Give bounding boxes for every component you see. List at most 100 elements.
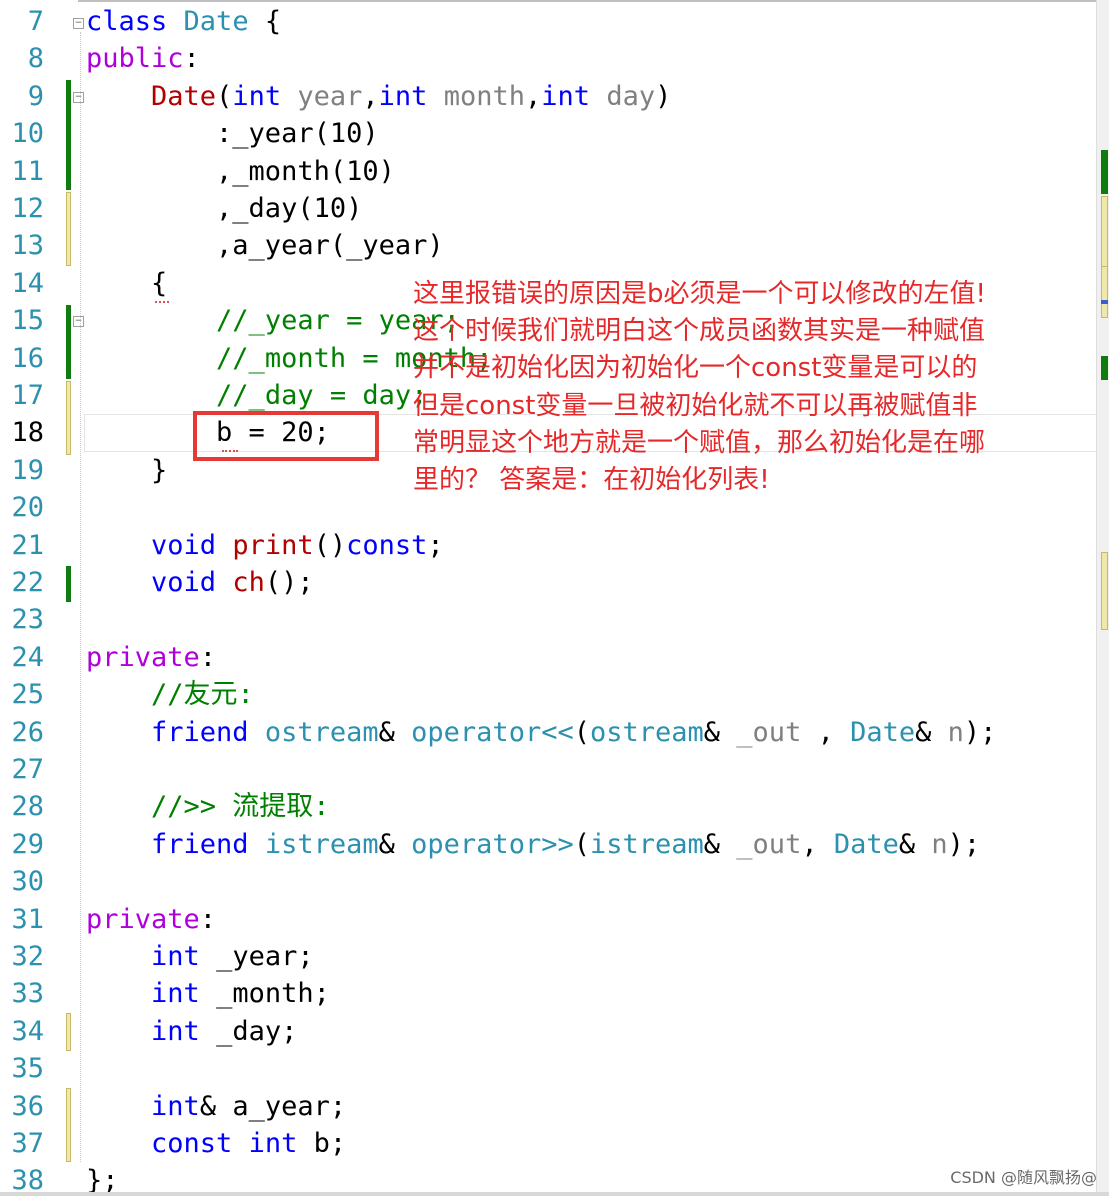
code-line[interactable]: //友元: [86, 676, 254, 713]
fold-toggle-icon[interactable]: − [73, 316, 84, 327]
code-token: //>> 流提取: [151, 791, 330, 823]
code-line[interactable]: int _month; [86, 975, 330, 1012]
code-token: ; [427, 529, 444, 561]
fold-toggle-icon[interactable]: − [73, 92, 84, 103]
line-number: 31 [11, 903, 44, 935]
code-area[interactable]: class Date {public: Date(int year,int mo… [86, 0, 1095, 1196]
code-line[interactable]: void print()const; [86, 527, 444, 564]
code-token: const [151, 1128, 233, 1159]
code-token: : [199, 903, 217, 935]
code-token: int [248, 1128, 298, 1159]
code-token: ,_month(10) [86, 155, 395, 187]
code-line[interactable]: ,a_year(_year) [86, 227, 444, 264]
code-line[interactable]: Date(int year,int month,int day) [86, 78, 671, 115]
code-line[interactable]: int& a_year; [86, 1088, 346, 1125]
code-token: friend [151, 828, 249, 860]
code-token: _year; [199, 941, 314, 972]
error-explanation-annotation: 这里报错误的原因是b必须是一个可以修改的左值! 这个时候我们就明白这个成员函数其… [413, 276, 1053, 499]
editor-bottom-bar [0, 1192, 1109, 1196]
code-token: void [151, 567, 217, 598]
code-line[interactable]: } [86, 452, 167, 489]
code-token: private [86, 641, 200, 673]
line-number: 32 [11, 941, 44, 972]
code-token: ); [947, 828, 981, 860]
code-token: { [248, 6, 282, 37]
code-token: _month; [199, 978, 330, 1010]
code-token: & [703, 828, 737, 860]
line-number: 37 [11, 1128, 44, 1159]
error-highlight-box [193, 411, 379, 461]
code-token: Date [151, 80, 217, 112]
code-token: int [378, 80, 428, 112]
code-token: _out [736, 828, 802, 860]
scrollbar-change-mark [1101, 150, 1108, 194]
code-editor[interactable]: 7 8 9 10 11 12 13 14 15 16 17 18 19 20 21 22 23 24 25 26 27 2… [0, 0, 1109, 1196]
code-token: month [443, 80, 525, 112]
code-token: _out [736, 716, 802, 748]
line-number: 28 [11, 791, 44, 823]
code-line[interactable]: const int b; [86, 1125, 346, 1162]
line-number: 30 [11, 866, 44, 898]
line-number: 12 [11, 193, 44, 224]
line-number: 10 [11, 118, 44, 150]
code-token: print [232, 529, 314, 561]
change-marker [66, 566, 71, 602]
vertical-scrollbar[interactable] [1096, 0, 1109, 1196]
code-token: class [86, 6, 168, 37]
code-token: //友元: [151, 679, 254, 711]
line-number: 36 [11, 1090, 44, 1122]
code-token: { [86, 267, 168, 299]
code-line[interactable]: private: [86, 901, 216, 938]
code-line[interactable]: int _year; [86, 938, 314, 975]
annotation-line: 常明显这个地方就是一个赋值，那么初始化是在哪 [413, 427, 986, 458]
code-line[interactable]: :_year(10) [86, 115, 379, 152]
code-token: & [703, 716, 737, 748]
code-line[interactable]: int _day; [86, 1013, 297, 1050]
code-token: _day; [199, 1015, 298, 1047]
code-token: , [362, 80, 379, 112]
code-line[interactable]: friend ostream& operator<<(ostream& _out… [86, 714, 996, 751]
code-line[interactable]: //_year = year; [86, 302, 460, 339]
code-token: ,_day(10) [86, 193, 363, 224]
code-line[interactable]: public: [86, 40, 200, 77]
line-number: 17 [11, 380, 44, 411]
code-line[interactable]: //>> 流提取: [86, 788, 330, 825]
code-line[interactable]: ,_day(10) [86, 190, 362, 227]
indent-guide [80, 32, 81, 1162]
line-number: 18 [11, 417, 44, 449]
scrollbar-caret-mark [1101, 300, 1108, 304]
line-number: 8 [27, 43, 44, 75]
code-line[interactable]: //_day = day; [86, 377, 427, 414]
code-token: Date [850, 716, 916, 748]
code-token: b; [297, 1128, 347, 1159]
code-line[interactable]: class Date { [86, 3, 281, 40]
code-line[interactable]: { [86, 265, 167, 302]
code-token: day [606, 80, 656, 112]
fold-toggle-icon[interactable]: − [73, 18, 84, 29]
code-line[interactable]: ,_month(10) [86, 153, 395, 190]
code-token: operator>> [411, 828, 574, 860]
code-line[interactable]: private: [86, 639, 216, 676]
annotation-line: 这个时候我们就明白这个成员函数其实是一种赋值 [413, 316, 986, 347]
annotation-line: 里的？ 答案是：在初始化列表! [413, 465, 770, 496]
code-token: public [86, 43, 184, 75]
scrollbar-change-mark [1101, 196, 1108, 268]
code-line[interactable]: friend istream& operator>>(istream& _out… [86, 826, 980, 863]
change-marker [66, 381, 71, 455]
annotation-line: 但是const变量一旦被初始化就不可以再被赋值非 [413, 390, 978, 421]
code-line[interactable]: void ch(); [86, 564, 314, 601]
code-token: ( [573, 828, 590, 860]
